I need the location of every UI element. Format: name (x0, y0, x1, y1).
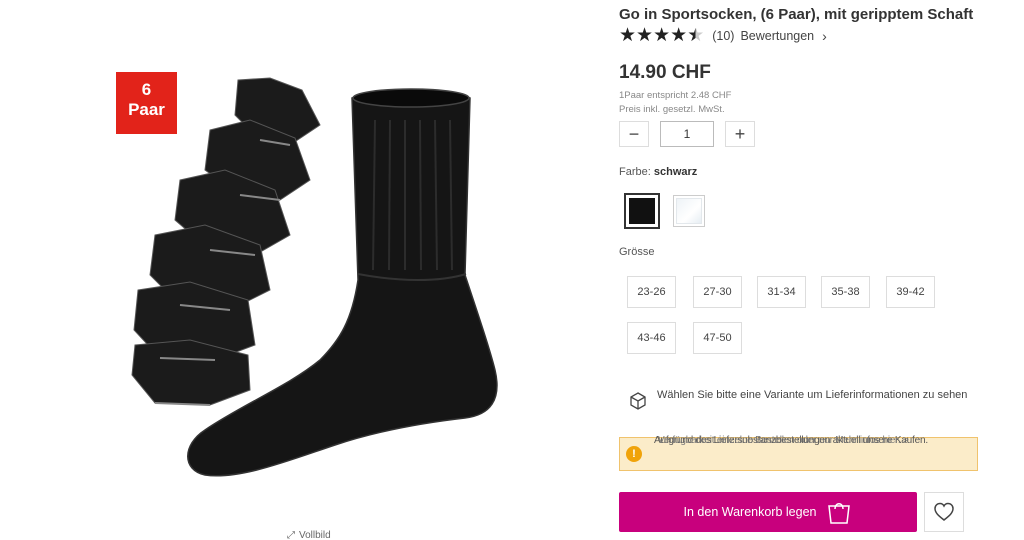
quantity-input[interactable] (660, 121, 714, 147)
fullview-button[interactable]: ⤢ Vollbild (287, 530, 331, 540)
size-option[interactable]: 23-26 (627, 276, 676, 308)
swatch-fill (629, 198, 655, 224)
size-option[interactable]: 27-30 (693, 276, 742, 308)
add-to-cart-button[interactable]: In den Warenkorb legen (619, 492, 917, 532)
product-gallery: 6 Paar ⤢ Vollbild (0, 0, 600, 540)
wishlist-button[interactable] (924, 492, 964, 532)
size-option[interactable]: 43-46 (627, 322, 676, 354)
reviews-link[interactable]: Bewertungen (740, 29, 814, 43)
vat-note: Preis inkl. gesetzl. MwSt. (619, 104, 725, 115)
rating-summary[interactable]: ★ ★ ★ ★ ★ (10) Bewertungen › (619, 25, 827, 46)
color-swatch-white[interactable] (673, 195, 705, 227)
selected-color: schwarz (653, 166, 698, 178)
star-rating: ★ ★ ★ ★ ★ (619, 25, 705, 46)
folded-socks (131, 77, 321, 406)
product-title: Go in Sportsocken, (6 Paar), mit gerippt… (619, 6, 974, 23)
swatch-fill (676, 198, 702, 224)
rating-count: (10) (712, 29, 735, 43)
quantity-stepper: − + (619, 121, 755, 147)
size-option[interactable]: 39-42 (886, 276, 935, 308)
warning-icon: ! (626, 446, 642, 462)
delivery-info: Wählen Sie bitte eine Variante um Liefer… (629, 388, 969, 414)
package-icon (629, 388, 649, 414)
star-icon: ★ (670, 25, 688, 46)
expand-icon: ⤢ (287, 530, 295, 540)
chevron-right-icon: › (822, 28, 827, 44)
unit-price: 1Paar entspricht 2.48 CHF (619, 90, 732, 101)
price: 14.90 CHF (619, 62, 711, 83)
heart-icon (934, 502, 954, 521)
shopping-bag-icon (828, 503, 851, 524)
star-icon: ★ (636, 25, 654, 46)
alert-text-overlay[interactable]: Verfügbarkeit einzelne Bestellen oder nu… (658, 435, 909, 446)
color-swatch-black[interactable] (624, 193, 660, 229)
size-label: Grösse (619, 246, 655, 258)
star-icon: ★ (619, 25, 637, 46)
half-star-icon: ★ (687, 25, 705, 46)
quantity-decrease-button[interactable]: − (619, 121, 649, 147)
star-icon: ★ (653, 25, 671, 46)
fullview-label: Vollbild (299, 530, 331, 540)
delivery-text: Wählen Sie bitte eine Variante um Liefer… (657, 389, 968, 401)
size-option[interactable]: 47-50 (693, 322, 742, 354)
availability-alert: ! Aufgrund des Liefersubstanzbestellunge… (619, 435, 978, 471)
add-to-cart-label: In den Warenkorb legen (683, 505, 817, 519)
size-option[interactable]: 31-34 (757, 276, 806, 308)
color-label: Farbe: schwarz (619, 166, 697, 178)
product-image[interactable] (120, 60, 520, 510)
quantity-increase-button[interactable]: + (725, 121, 755, 147)
color-label-text: Farbe: (619, 166, 651, 178)
size-option[interactable]: 35-38 (821, 276, 870, 308)
